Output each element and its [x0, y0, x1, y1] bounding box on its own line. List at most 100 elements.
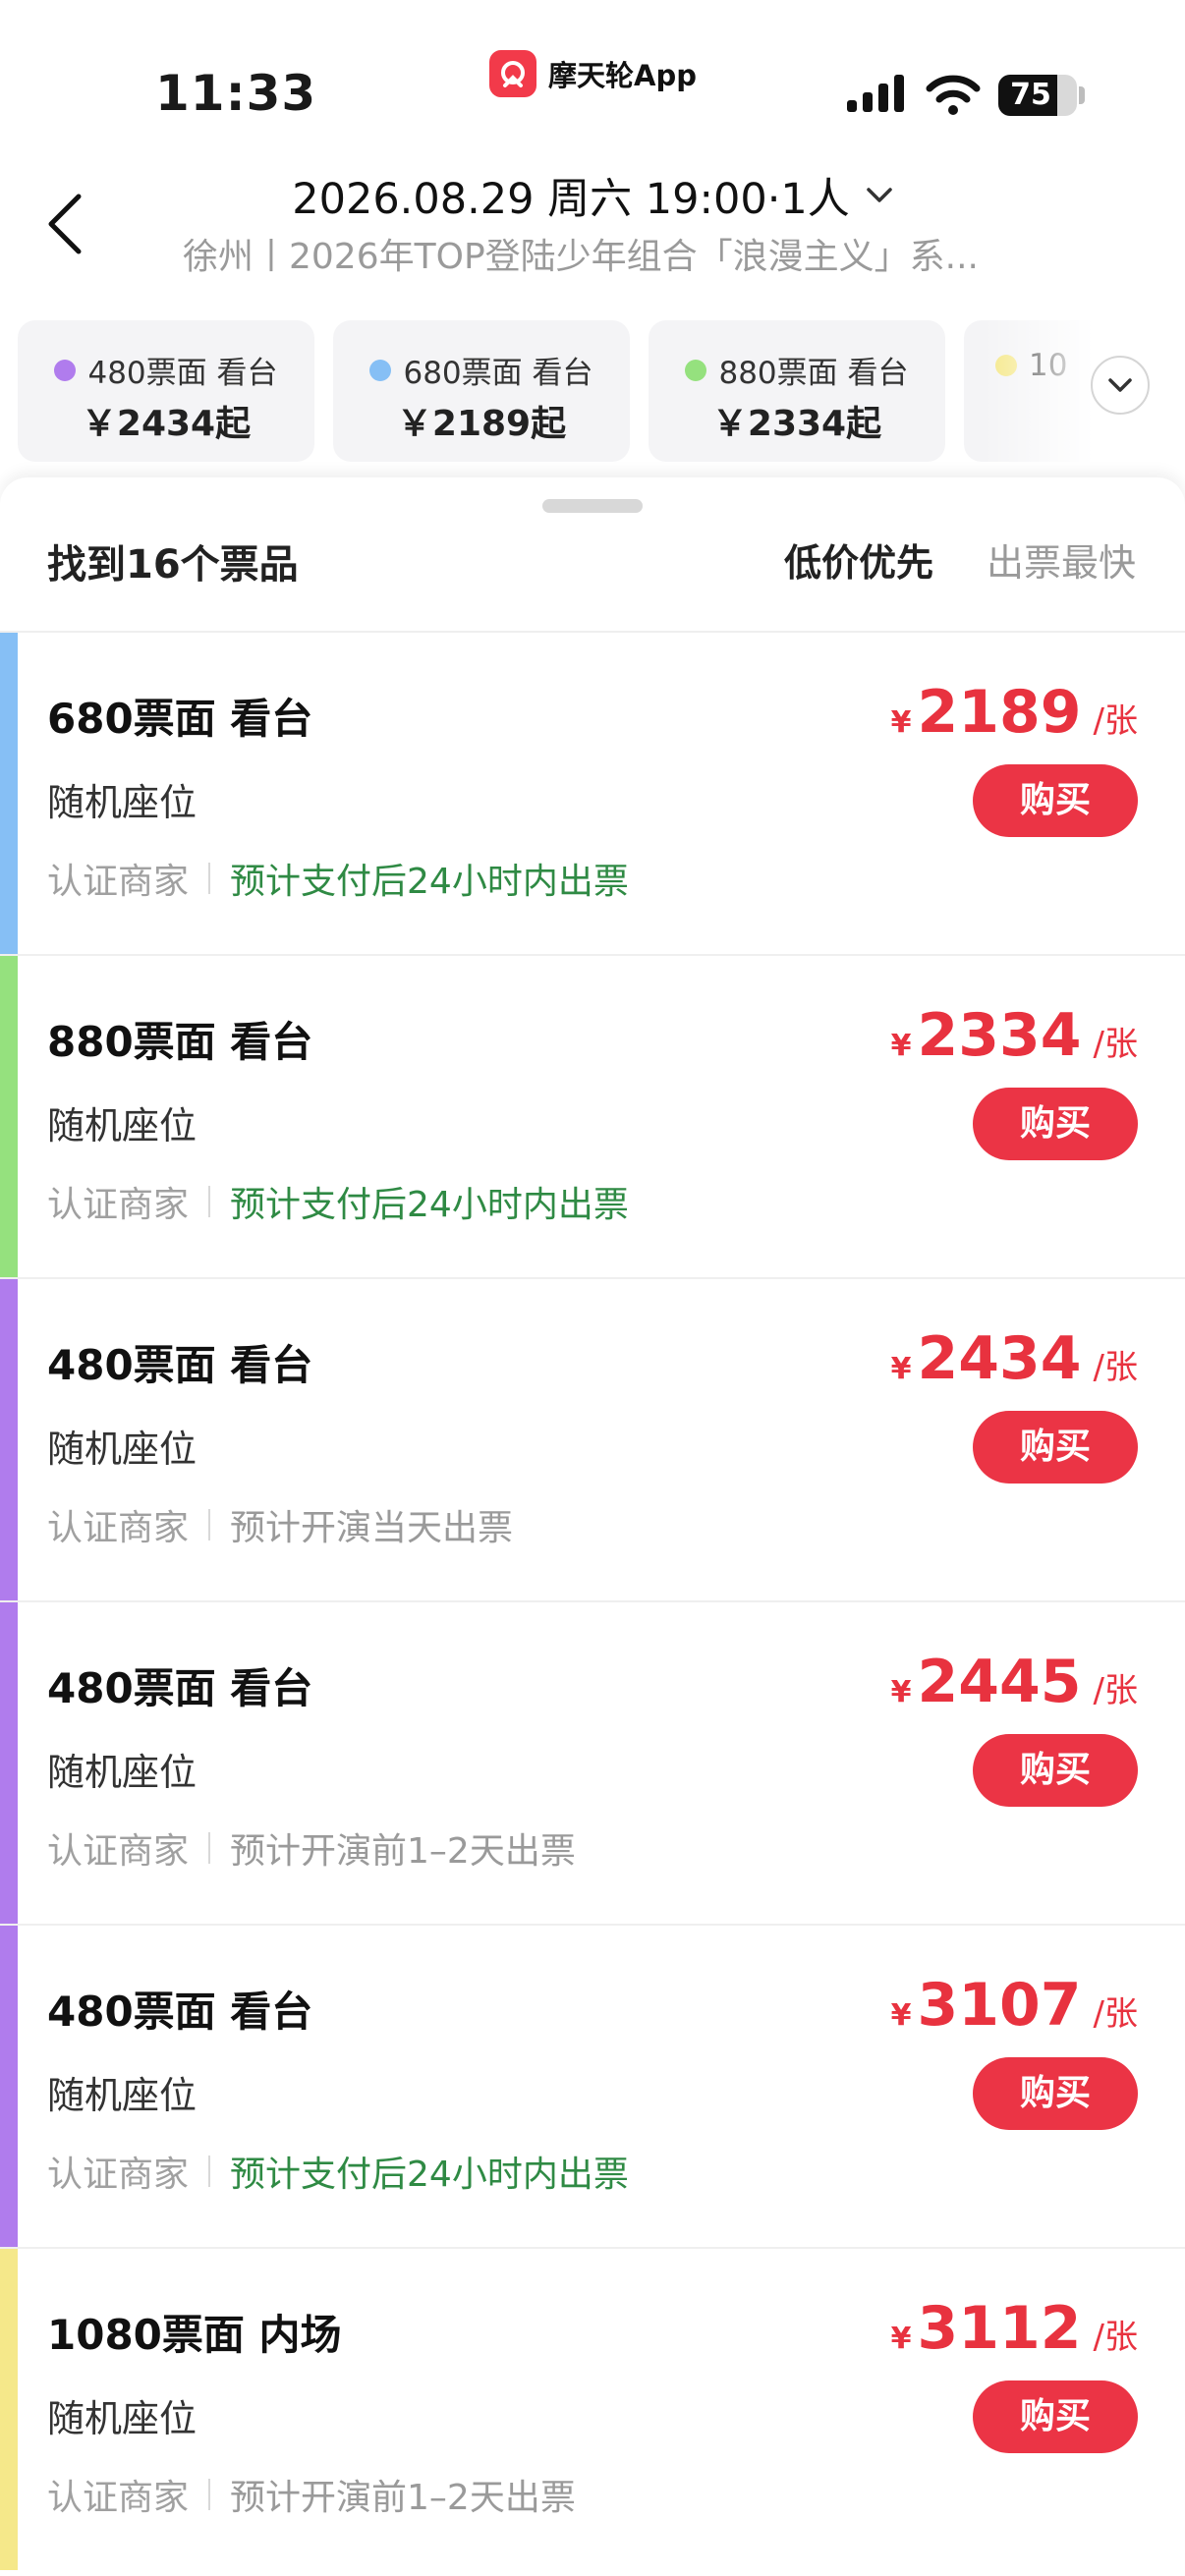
battery-level: 75	[1010, 78, 1051, 112]
tier-price: ￥2434起	[81, 404, 252, 444]
event-title: 徐州丨2026年TOP登陆少年组合「浪漫主义」系...	[183, 237, 979, 277]
ticket-meta: 认证商家 预计支付后24小时内出票	[47, 853, 629, 904]
price-unit: /张	[1093, 1994, 1138, 2034]
ticket-meta: 认证商家 预计开演前1–2天出票	[47, 2469, 576, 2520]
buy-button[interactable]: 购买	[973, 1411, 1138, 1484]
currency-symbol: ¥	[890, 1029, 912, 1063]
wifi-icon	[926, 75, 981, 115]
price-amount: 2189	[917, 678, 1082, 747]
ticket-price: ¥ 3107 /张	[891, 1971, 1138, 2040]
tier-color-stripe	[0, 1279, 18, 1600]
ticket-title: 480票面 看台	[47, 1341, 313, 1389]
price-amount: 2434	[917, 1324, 1082, 1393]
chevron-down-icon	[866, 188, 892, 202]
currency-symbol: ¥	[890, 2322, 912, 2356]
ticket-title: 480票面 看台	[47, 1988, 313, 2036]
ticket-eta: 预计开演前1–2天出票	[230, 2478, 576, 2518]
buy-button[interactable]: 购买	[973, 2057, 1138, 2130]
ticket-list: 680票面 看台 随机座位 认证商家 预计支付后24小时内出票 ¥ 2189 /…	[0, 631, 1185, 2570]
ticket-meta: 认证商家 预计支付后24小时内出票	[47, 2146, 629, 2197]
status-bar: 11:33 摩天轮App 75	[0, 0, 1185, 147]
tier-name: 480票面 看台	[87, 356, 278, 391]
ticket-price: ¥ 3112 /张	[891, 2294, 1138, 2363]
ticket-eta: 预计支付后24小时内出票	[230, 2155, 629, 2195]
price-amount: 2445	[917, 1648, 1082, 1716]
ticket-seat: 随机座位	[47, 1428, 198, 1471]
back-to-app-badge[interactable]: 摩天轮App	[489, 49, 697, 98]
tier-name-row: 880票面 看台	[649, 348, 945, 392]
ticket-row[interactable]: 480票面 看台 随机座位 认证商家 预计开演当天出票 ¥ 2434 /张 购买	[0, 1277, 1185, 1600]
buy-button[interactable]: 购买	[973, 1734, 1138, 1807]
sort-fastest-tab[interactable]: 出票最快	[987, 532, 1136, 587]
tier-color-stripe	[0, 633, 18, 954]
tier-name-row: 480票面 看台	[18, 348, 314, 392]
ticket-eta: 预计支付后24小时内出票	[230, 862, 629, 902]
merchant-badge: 认证商家	[47, 2155, 190, 2195]
tier-price: ￥2189起	[396, 404, 567, 444]
chevron-down-icon	[1108, 378, 1132, 392]
ticket-row[interactable]: 480票面 看台 随机座位 认证商家 预计开演前1–2天出票 ¥ 2445 /张…	[0, 1600, 1185, 1924]
sort-low-price-tab[interactable]: 低价优先	[784, 532, 933, 587]
sheet-grab-handle[interactable]	[542, 499, 643, 513]
tier-price: ￥2334起	[711, 404, 882, 444]
result-count: 找到16个票品	[47, 542, 299, 588]
meta-divider	[208, 1186, 211, 1217]
price-unit: /张	[1093, 2318, 1138, 2357]
ticket-title: 1080票面 内场	[47, 2311, 342, 2359]
currency-symbol: ¥	[890, 1352, 912, 1386]
ticket-title: 880票面 看台	[47, 1018, 313, 1066]
meta-divider	[208, 1832, 211, 1864]
ticket-row[interactable]: 480票面 看台 随机座位 认证商家 预计支付后24小时内出票 ¥ 3107 /…	[0, 1924, 1185, 2247]
ticket-row[interactable]: 1080票面 内场 随机座位 认证商家 预计开演前1–2天出票 ¥ 3112 /…	[0, 2247, 1185, 2570]
ticket-meta: 认证商家 预计开演前1–2天出票	[47, 1822, 576, 1874]
session-selector[interactable]: 2026.08.29 周六 19:00·1人	[0, 165, 1185, 226]
ticket-row[interactable]: 880票面 看台 随机座位 认证商家 预计支付后24小时内出票 ¥ 2334 /…	[0, 954, 1185, 1277]
meta-divider	[208, 863, 211, 894]
tier-color-stripe	[0, 1602, 18, 1924]
merchant-badge: 认证商家	[47, 1508, 190, 1548]
buy-button[interactable]: 购买	[973, 1088, 1138, 1160]
ticket-eta: 预计开演前1–2天出票	[230, 1831, 576, 1872]
ticket-seat: 随机座位	[47, 781, 198, 824]
battery-cap	[1079, 86, 1085, 104]
ticket-price: ¥ 2189 /张	[891, 678, 1138, 747]
ticket-seat: 随机座位	[47, 1104, 198, 1148]
ticket-seat: 随机座位	[47, 1751, 198, 1794]
tier-color-dot	[54, 359, 77, 381]
tier-chip[interactable]: 880票面 看台 ￥2334起	[649, 320, 945, 462]
merchant-badge: 认证商家	[47, 2478, 190, 2518]
ticket-seat: 随机座位	[47, 2397, 198, 2440]
tier-color-dot	[369, 359, 392, 381]
merchant-badge: 认证商家	[47, 1831, 190, 1872]
ticket-price: ¥ 2434 /张	[891, 1324, 1138, 1393]
ticket-meta: 认证商家 预计支付后24小时内出票	[47, 1176, 629, 1227]
tier-chip[interactable]: 480票面 看台 ￥2434起	[18, 320, 314, 462]
buy-button[interactable]: 购买	[973, 2380, 1138, 2453]
ticket-price: ¥ 2445 /张	[891, 1648, 1138, 1716]
battery-icon: 75	[998, 75, 1077, 116]
currency-symbol: ¥	[890, 1675, 912, 1709]
expand-tiers-button[interactable]	[1091, 356, 1150, 415]
ticket-seat: 随机座位	[47, 2074, 198, 2117]
source-app-name: 摩天轮App	[548, 59, 697, 92]
currency-symbol: ¥	[890, 705, 912, 740]
status-time: 11:33	[155, 65, 317, 122]
tier-chip[interactable]: 680票面 看台 ￥2189起	[333, 320, 630, 462]
tier-color-stripe	[0, 1926, 18, 2247]
ticket-title: 680票面 看台	[47, 695, 313, 743]
app-logo-icon	[489, 50, 536, 97]
cellular-signal-icon	[847, 75, 904, 112]
tier-name: 680票面 看台	[403, 356, 593, 391]
ticket-row[interactable]: 680票面 看台 随机座位 认证商家 预计支付后24小时内出票 ¥ 2189 /…	[0, 631, 1185, 954]
ticket-title: 480票面 看台	[47, 1664, 313, 1712]
ticket-eta: 预计支付后24小时内出票	[230, 1185, 629, 1225]
tier-name: 880票面 看台	[718, 356, 909, 391]
meta-divider	[208, 1509, 211, 1540]
currency-symbol: ¥	[890, 1998, 912, 2033]
tier-color-dot	[685, 359, 707, 381]
price-unit: /张	[1093, 1348, 1138, 1387]
tier-scroll-fade	[983, 320, 1185, 464]
price-unit: /张	[1093, 1025, 1138, 1064]
tier-name-row: 680票面 看台	[333, 348, 630, 392]
buy-button[interactable]: 购买	[973, 764, 1138, 837]
